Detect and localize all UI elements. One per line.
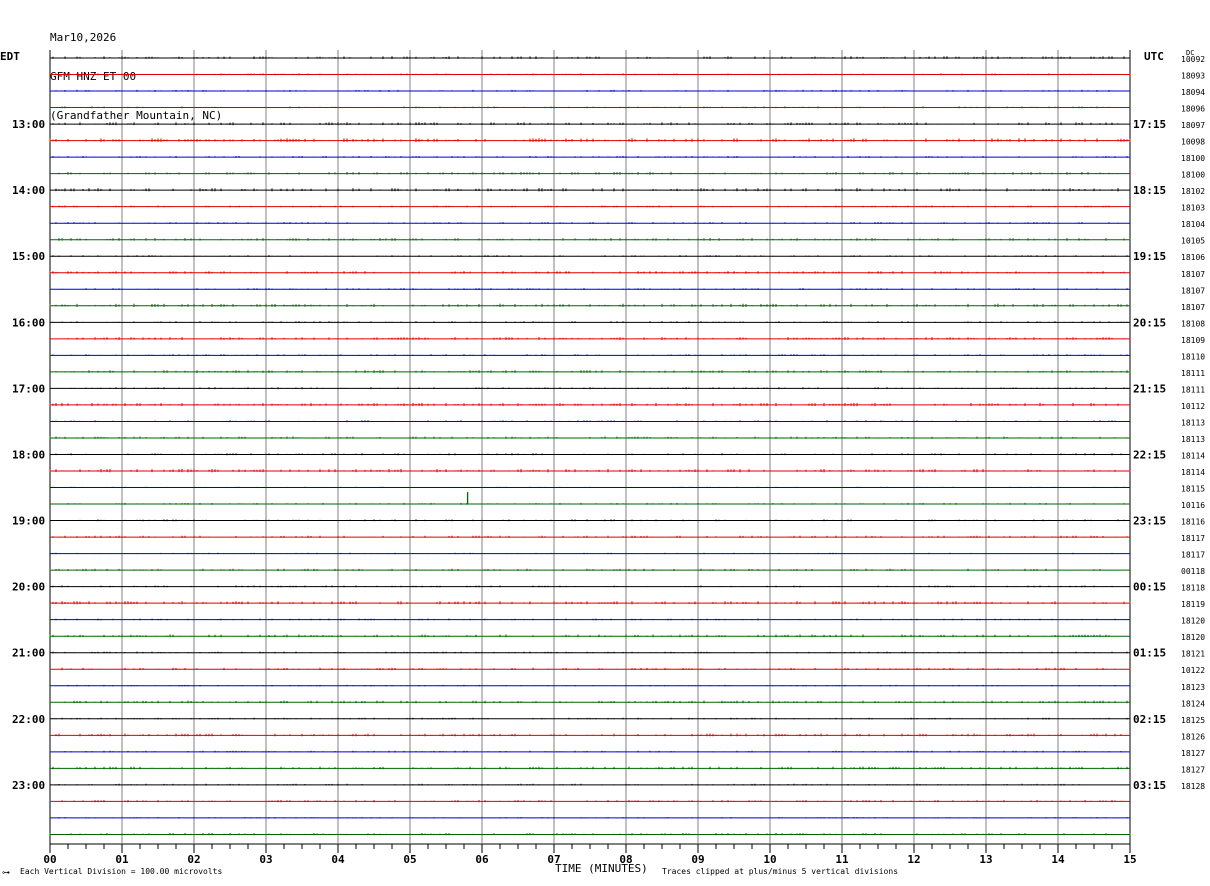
left-hour-label: 13:00 [12,118,45,131]
dc-offset-value: 10092 [1181,55,1205,64]
dc-offset-value: 18120 [1181,633,1205,642]
right-hour-label: 02:15 [1133,713,1166,726]
x-tick-label: 09 [691,853,704,866]
dc-offset-value: 18128 [1181,782,1205,791]
dc-offset-value: 18118 [1181,584,1205,593]
dc-offset-value: 10116 [1181,501,1205,510]
left-hour-label: 18:00 [12,448,45,461]
dc-offset-value: 18117 [1181,534,1205,543]
dc-offset-value: 18117 [1181,551,1205,560]
dc-offset-value: 18107 [1181,270,1205,279]
right-hour-label: 20:15 [1133,316,1166,329]
left-hour-label: 21:00 [12,647,45,660]
dc-offset-value: 18108 [1181,319,1205,328]
left-hour-label: 23:00 [12,779,45,792]
dc-offset-value: 18106 [1181,253,1205,262]
dc-offset-value: 18111 [1181,369,1205,378]
dc-offset-value: 18124 [1181,699,1205,708]
right-hour-label: 00:15 [1133,581,1166,594]
dc-offset-value: 10105 [1181,237,1205,246]
left-hour-label: 22:00 [12,713,45,726]
x-tick-label: 04 [331,853,345,866]
left-hour-label: 15:00 [12,250,45,263]
left-hour-label: 16:00 [12,316,45,329]
dc-offset-value: 18100 [1181,154,1205,163]
x-tick-label: 13 [979,853,992,866]
dc-offset-value: 18113 [1181,418,1205,427]
dc-offset-value: 18097 [1181,121,1205,130]
dc-offset-value: 00118 [1181,567,1205,576]
x-tick-label: 15 [1123,853,1136,866]
dc-offset-value: 18121 [1181,650,1205,659]
x-tick-label: 00 [43,853,56,866]
dc-offset-value: 18110 [1181,352,1205,361]
helicorder-plot: 13:00 14:00 15:00 16:00 17:00 18:00 19:00 20:00… [12,50,1205,866]
dc-offset-value: 18104 [1181,220,1205,229]
right-hour-label: 18:15 [1133,184,1166,197]
dc-offset-value: 18127 [1181,765,1205,774]
clip-note: Traces clipped at plus/minus 5 vertical … [662,867,899,876]
x-tick-label: 14 [1051,853,1065,866]
dc-offset-value: 18114 [1181,451,1205,460]
dc-offset-value: 18107 [1181,303,1205,312]
dc-offset-value: 18114 [1181,468,1205,477]
dc-offset-value: 18126 [1181,732,1205,741]
dc-offset-value: 18100 [1181,171,1205,180]
corner-mark-icon: ⊶ [2,868,10,877]
right-hour-label: 03:15 [1133,779,1166,792]
dc-offset-value: 18094 [1181,88,1205,97]
dc-offset-value: 18093 [1181,72,1205,81]
left-hour-label: 17:00 [12,382,45,395]
x-tick-label: 12 [907,853,920,866]
left-hour-label: 20:00 [12,581,45,594]
right-hour-label: 01:15 [1133,647,1166,660]
dc-offset-value: 18127 [1181,749,1205,758]
x-tick-label: 05 [403,853,416,866]
right-hour-label: 22:15 [1133,448,1166,461]
dc-offset-value: 18111 [1181,385,1205,394]
dc-offset-value: 10122 [1181,666,1205,675]
x-tick-label: 11 [835,853,849,866]
dc-offset-value: 18120 [1181,617,1205,626]
dc-offset-value: 10098 [1181,138,1205,147]
dc-offset-value: 18125 [1181,716,1205,725]
x-tick-label: 02 [187,853,200,866]
x-tick-label: 06 [475,853,489,866]
right-hour-label: 19:15 [1133,250,1166,263]
dc-offset-value: 18107 [1181,286,1205,295]
right-hour-label: 17:15 [1133,118,1166,131]
x-axis-title: TIME (MINUTES) [555,862,648,875]
x-tick-label: 01 [115,853,129,866]
right-hour-label: 21:15 [1133,382,1166,395]
dc-offset-value: 18119 [1181,600,1205,609]
left-hour-label: 14:00 [12,184,45,197]
dc-offset-value: 10112 [1181,402,1205,411]
dc-offset-value: 18113 [1181,435,1205,444]
scale-note: Each Vertical Division = 100.00 microvol… [20,867,223,876]
right-hour-label: 23:15 [1133,515,1166,528]
left-hour-label: 19:00 [12,515,45,528]
dc-offset-value: 18102 [1181,187,1205,196]
x-tick-label: 03 [259,853,272,866]
dc-offset-value: 18115 [1181,485,1205,494]
trace-noise [49,303,1131,307]
dc-offset-value: 18096 [1181,105,1205,114]
dc-offset-value: 18103 [1181,204,1205,213]
dc-offset-value: 18123 [1181,683,1205,692]
dc-offset-value: 18116 [1181,518,1205,527]
x-tick-label: 10 [763,853,776,866]
dc-offset-value: 18109 [1181,336,1205,345]
